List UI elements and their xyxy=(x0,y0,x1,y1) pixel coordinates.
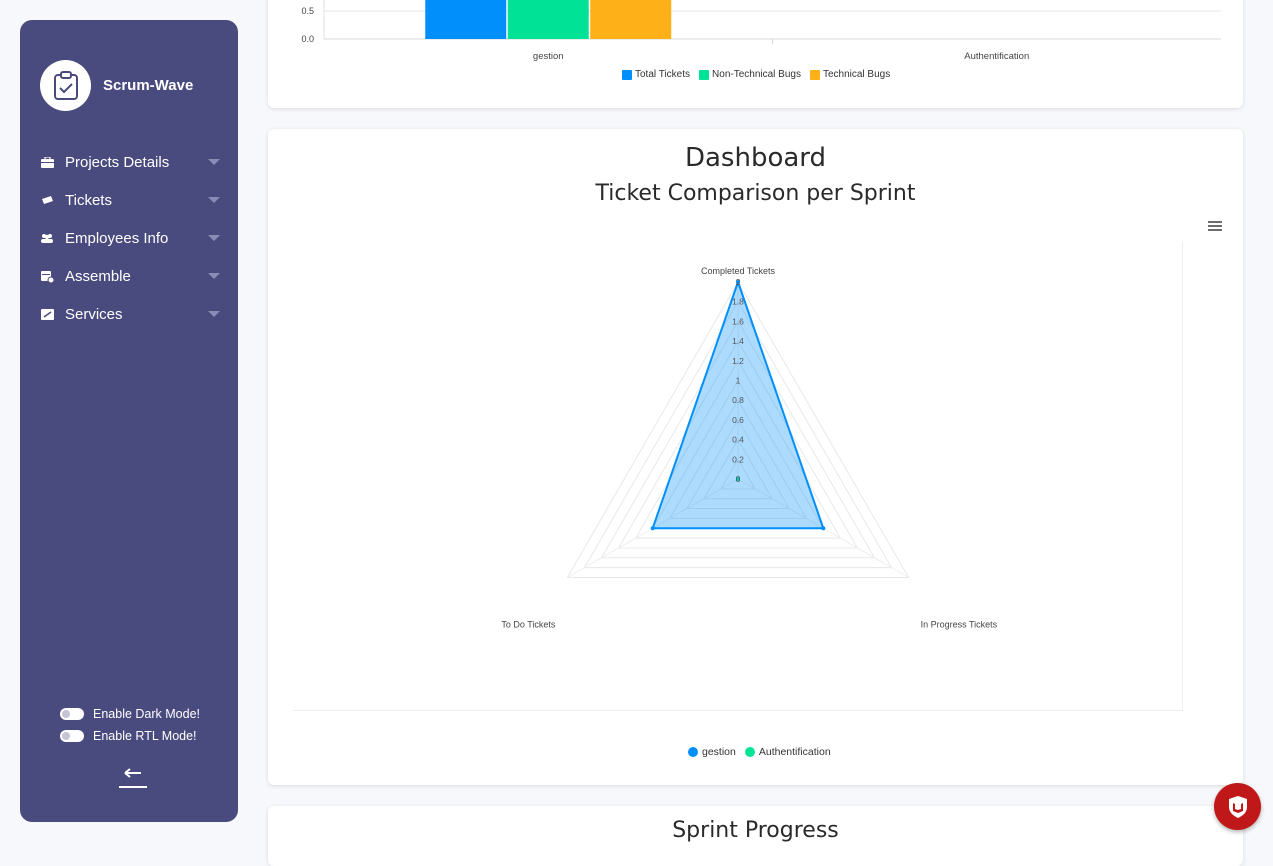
sprint-progress-card: Sprint Progress xyxy=(268,806,1243,866)
radar-axis-label: To Do Tickets xyxy=(501,620,556,630)
briefcase-icon xyxy=(40,155,54,169)
x-tick-label: gestion xyxy=(533,51,564,62)
sidebar-item-label: Assemble xyxy=(65,267,131,285)
collapse-sidebar-icon[interactable] xyxy=(118,764,148,790)
legend-marker xyxy=(809,69,820,80)
bar-chart: 0.0 0.5 gestion Authentification xyxy=(301,0,1221,62)
chevron-down-icon[interactable] xyxy=(208,273,220,279)
legend-item-gestion[interactable]: gestion xyxy=(688,746,736,758)
radar-tick-label: 0 xyxy=(736,474,741,484)
legend-marker xyxy=(744,747,755,757)
y-tick-label: 0.0 xyxy=(301,34,314,44)
radar-tick-label: 0.4 xyxy=(732,435,744,445)
radar-axis-label: In Progress Tickets xyxy=(921,620,998,630)
legend-item-authentification[interactable]: Authentification xyxy=(744,746,831,758)
dark-mode-toggle-row[interactable]: Enable Dark Mode! xyxy=(60,703,200,725)
x-tick-label: Authentification xyxy=(964,51,1029,62)
bar[interactable] xyxy=(507,0,589,39)
brand[interactable]: Scrum-Wave xyxy=(40,60,193,111)
bar[interactable] xyxy=(590,0,672,39)
brand-name: Scrum-Wave xyxy=(103,77,194,94)
radar-chart-area: 0 0.2 0.4 0.6 0.8 1 1.2 1.4 1.6 1.8 2 Completed Tic… xyxy=(293,241,1183,711)
legend-item-total-tickets[interactable]: Total Tickets xyxy=(622,69,690,80)
hamburger-menu-icon[interactable] xyxy=(1208,221,1222,231)
sidebar-item-assemble[interactable]: Assemble xyxy=(40,257,220,295)
legend-label: gestion xyxy=(702,746,736,758)
sidebar-item-label: Services xyxy=(65,305,123,323)
mcafee-shield-icon[interactable] xyxy=(1214,783,1261,830)
sidebar-item-projects-details[interactable]: Projects Details xyxy=(40,143,220,181)
sidebar: Scrum-Wave Projects Details Tickets Empl… xyxy=(20,20,238,822)
chevron-down-icon[interactable] xyxy=(208,197,220,203)
sidebar-item-label: Projects Details xyxy=(65,153,170,171)
users-icon xyxy=(40,231,54,245)
page-title: Dashboard xyxy=(684,143,827,173)
chevron-down-icon[interactable] xyxy=(208,159,220,165)
radar-tick-label: 1.6 xyxy=(732,316,744,326)
radar-tick-label: 0.2 xyxy=(732,454,744,464)
ticket-icon xyxy=(40,193,54,207)
rtl-mode-label: Enable RTL Mode! xyxy=(93,729,197,743)
legend-marker xyxy=(622,69,632,80)
dashboard-card: Dashboard Ticket Comparison per Sprint 0… xyxy=(268,129,1243,785)
radar-tick-label: 1.8 xyxy=(732,297,744,307)
dark-mode-toggle[interactable] xyxy=(60,708,84,720)
radar-axis-label: Completed Tickets xyxy=(701,266,776,276)
radar-tick-label: 0.6 xyxy=(732,415,744,425)
sidebar-item-services[interactable]: Services xyxy=(40,295,220,333)
radar-point[interactable] xyxy=(650,526,655,531)
sidebar-item-label: Employees Info xyxy=(65,229,169,247)
radar-chart: 0 0.2 0.4 0.6 0.8 1 1.2 1.4 1.6 1.8 2Completed Tic… xyxy=(501,266,998,630)
mode-toggles: Enable Dark Mode! Enable RTL Mode! xyxy=(60,703,200,747)
rtl-mode-toggle[interactable] xyxy=(60,730,84,742)
services-icon xyxy=(40,307,54,321)
section-title: Sprint Progress xyxy=(672,818,839,843)
bar-chart-card: 0.0 0.5 gestion Authentification Total Tick… xyxy=(268,0,1243,108)
chevron-down-icon[interactable] xyxy=(208,311,220,317)
radar-point[interactable] xyxy=(821,526,826,531)
sidebar-nav: Projects Details Tickets Employees Info … xyxy=(40,143,220,333)
sidebar-item-tickets[interactable]: Tickets xyxy=(40,181,220,219)
dark-mode-label: Enable Dark Mode! xyxy=(93,707,201,721)
sidebar-item-label: Tickets xyxy=(65,191,112,209)
legend-label: Authentification xyxy=(758,746,831,758)
legend-item-technical-bugs[interactable]: Technical Bugs xyxy=(809,69,891,80)
radar-chart-legend: gestion Authentification xyxy=(688,746,840,758)
rtl-mode-toggle-row[interactable]: Enable RTL Mode! xyxy=(60,725,200,747)
radar-tick-label: 1.4 xyxy=(732,336,744,346)
chart-title: Ticket Comparison per Sprint xyxy=(595,181,916,206)
calendar-icon xyxy=(40,269,54,283)
radar-tick-label: 2 xyxy=(736,277,741,287)
legend-label: Non-Technical Bugs xyxy=(712,69,801,80)
chevron-down-icon[interactable] xyxy=(208,235,220,241)
y-tick-label: 0.5 xyxy=(301,6,314,16)
bar-chart-legend: Total Tickets Non-Technical Bugs Technic… xyxy=(622,69,899,80)
sidebar-item-employees-info[interactable]: Employees Info xyxy=(40,219,220,257)
radar-tick-label: 1 xyxy=(736,376,741,386)
legend-label: Total Tickets xyxy=(635,69,691,80)
radar-tick-label: 0.8 xyxy=(732,395,744,405)
legend-marker xyxy=(699,69,710,80)
legend-marker xyxy=(688,747,698,757)
radar-tick-label: 1.2 xyxy=(732,356,744,366)
legend-label: Technical Bugs xyxy=(822,69,891,80)
bar[interactable] xyxy=(425,0,507,39)
clipboard-check-icon xyxy=(40,60,91,111)
legend-item-non-technical-bugs[interactable]: Non-Technical Bugs xyxy=(699,69,801,80)
